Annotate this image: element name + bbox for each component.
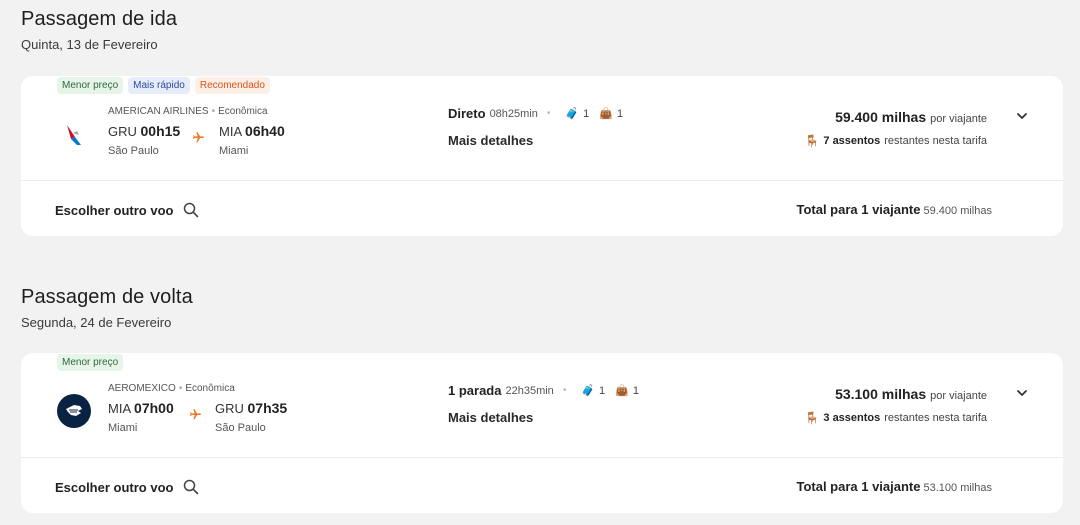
aeromexico-logo — [56, 393, 92, 429]
departure-time: 00h15 — [140, 123, 181, 139]
divider — [21, 457, 1063, 458]
seats-text: restantes nesta tarifa — [884, 412, 987, 424]
airline-name: AEROMEXICO — [108, 383, 176, 394]
seat-icon: 🪑 — [804, 411, 820, 425]
total-value: 59.400 milhas — [923, 205, 993, 217]
badge-fastest: Mais rápido — [128, 77, 190, 94]
bag-icon: 🧳 — [565, 108, 580, 120]
arrival-time: 07h35 — [247, 400, 288, 416]
arrival-city: São Paulo — [215, 422, 266, 434]
choose-other-flight-label: Escolher outro voo — [55, 479, 174, 495]
outbound-date: Quinta, 13 de Fevereiro — [21, 37, 158, 52]
price: 59.400 milhas por viajante — [835, 109, 987, 125]
bag-count: 1 — [632, 384, 639, 397]
departure-city: São Paulo — [108, 145, 159, 157]
total-label: Total para 1 viajante — [796, 202, 921, 217]
return-date: Segunda, 24 de Fevereiro — [21, 315, 172, 330]
return-flight-card: Menor preço AEROMEXICO • Econômica MIA 07h… — [21, 353, 1063, 513]
chevron-down-icon[interactable] — [1015, 109, 1029, 123]
plane-icon — [192, 131, 205, 147]
badge-group: Menor preço Mais rápido Recomendado — [57, 77, 270, 94]
total-value: 53.100 milhas — [923, 482, 993, 494]
arrival-city: Miami — [219, 145, 249, 157]
price-value: 59.400 milhas — [835, 109, 927, 125]
arrival-code: MIA — [219, 124, 242, 139]
seat-icon: 🪑 — [804, 134, 820, 148]
search-icon — [184, 479, 199, 495]
airline-name: AMERICAN AIRLINES — [108, 106, 209, 117]
departure-code: GRU — [108, 124, 137, 139]
departure: MIA 07h00 — [108, 400, 174, 416]
choose-other-flight-button[interactable]: Escolher outro voo — [55, 202, 199, 218]
return-title: Passagem de volta — [21, 286, 193, 308]
seats-remaining: 🪑 3 assentos restantes nesta tarifa — [804, 411, 987, 425]
chevron-down-icon[interactable] — [1015, 386, 1029, 400]
route-summary: 1 parada 22h35min • 🧳 1 👜 1 — [448, 383, 639, 398]
price-value: 53.100 milhas — [835, 386, 927, 402]
arrival: MIA 06h40 — [219, 123, 285, 139]
outbound-flight-card: Menor preço Mais rápido Recomendado AMER… — [21, 76, 1063, 236]
seats-text: restantes nesta tarifa — [884, 135, 987, 147]
search-icon — [184, 202, 199, 218]
duration: 22h35min — [505, 384, 554, 397]
cabin-class: Econômica — [185, 383, 235, 394]
arrival-code: GRU — [215, 401, 244, 416]
stops: 1 parada — [448, 383, 502, 398]
cabin-class: Econômica — [218, 106, 268, 117]
divider — [21, 180, 1063, 181]
choose-other-flight-label: Escolher outro voo — [55, 202, 174, 218]
american-airlines-logo — [56, 116, 92, 152]
departure: GRU 00h15 — [108, 123, 180, 139]
badge-group: Menor preço — [57, 354, 124, 371]
badge-recommended: Recomendado — [194, 77, 270, 94]
departure-city: Miami — [108, 422, 138, 434]
arrival: GRU 07h35 — [215, 400, 287, 416]
stops: Direto — [448, 106, 486, 121]
bag-count: 1 — [599, 384, 606, 397]
bag-count: 1 — [616, 107, 624, 120]
plane-icon — [189, 408, 202, 424]
seats-count: 3 assentos — [823, 412, 881, 424]
bag-count: 1 — [583, 107, 590, 120]
total-price: Total para 1 viajante 53.100 milhas — [796, 479, 992, 494]
arrival-time: 06h40 — [245, 123, 285, 139]
total-label: Total para 1 viajante — [796, 479, 921, 494]
airline-info: AMERICAN AIRLINES • Econômica — [108, 106, 268, 117]
bag-icon: 🧳 — [581, 385, 596, 397]
departure-code: MIA — [108, 401, 131, 416]
details-link[interactable]: Mais detalhes — [448, 410, 533, 425]
duration: 08h25min — [489, 107, 538, 120]
bag-icon: 👜 — [599, 108, 613, 120]
airline-info: AEROMEXICO • Econômica — [108, 383, 235, 394]
badge-lowest-price: Menor preço — [57, 77, 124, 94]
outbound-title: Passagem de ida — [21, 8, 178, 30]
badge-lowest-price: Menor preço — [57, 354, 124, 371]
bag-icon: 👜 — [615, 385, 629, 397]
price: 53.100 milhas por viajante — [835, 386, 987, 402]
total-price: Total para 1 viajante 59.400 milhas — [796, 202, 992, 217]
details-link[interactable]: Mais detalhes — [448, 133, 533, 148]
price-unit: por viajante — [930, 113, 987, 125]
seats-remaining: 🪑 7 assentos restantes nesta tarifa — [804, 134, 987, 148]
route-summary: Direto 08h25min • 🧳 1 👜 1 — [448, 106, 624, 121]
price-unit: por viajante — [930, 390, 987, 402]
departure-time: 07h00 — [134, 400, 174, 416]
choose-other-flight-button[interactable]: Escolher outro voo — [55, 479, 199, 495]
seats-count: 7 assentos — [823, 135, 881, 147]
